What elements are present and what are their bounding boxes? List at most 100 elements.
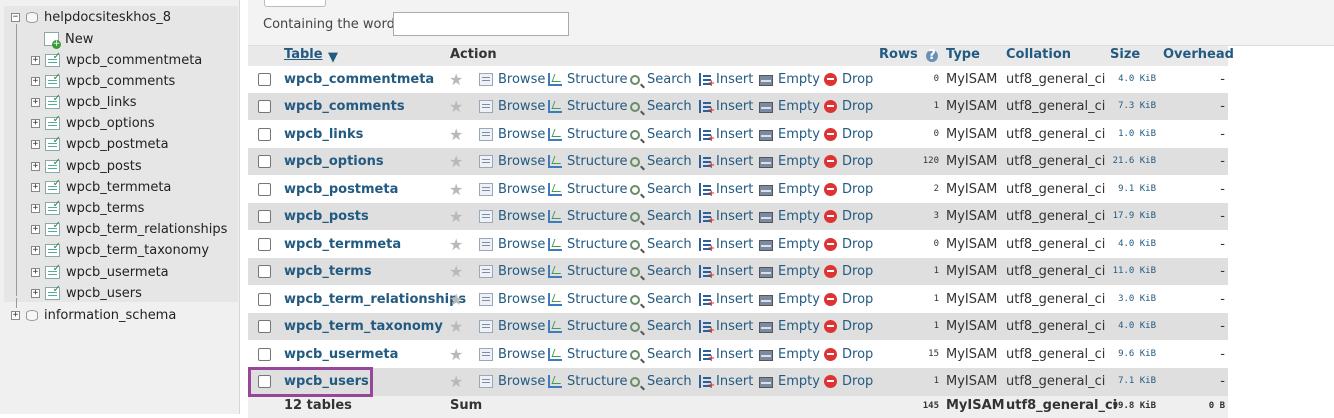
favorite-star-icon[interactable]: ★ — [449, 66, 463, 93]
table-name-link[interactable]: wpcb_posts — [284, 203, 369, 230]
action-label[interactable]: Drop — [842, 66, 873, 93]
expand-icon[interactable]: + — [31, 76, 40, 86]
row-checkbox[interactable] — [258, 100, 271, 113]
nav-table-item[interactable]: + ✓ wpcb_users — [31, 283, 142, 303]
action-label[interactable]: Drop — [842, 258, 873, 285]
action-label[interactable]: Search — [647, 258, 692, 285]
search-link[interactable]: Search — [630, 93, 692, 120]
action-label[interactable]: Search — [647, 93, 692, 120]
action-label[interactable]: Browse — [498, 203, 545, 230]
nav-table-item[interactable]: + ✓ wpcb_comments — [31, 71, 175, 91]
drop-link[interactable]: Drop — [824, 121, 873, 148]
empty-link[interactable]: Empty — [759, 368, 820, 395]
empty-link[interactable]: Empty — [759, 66, 820, 93]
expand-icon[interactable]: + — [31, 182, 40, 192]
nav-db-information-schema[interactable]: + information_schema — [11, 305, 176, 325]
table-name-link[interactable]: wpcb_termmeta — [284, 231, 401, 258]
favorite-star-icon[interactable]: ★ — [449, 258, 463, 285]
action-label[interactable]: Structure — [567, 203, 627, 230]
search-link[interactable]: Search — [630, 203, 692, 230]
action-label[interactable]: Structure — [567, 121, 627, 148]
size-link[interactable]: 4.0 KiB — [1118, 231, 1156, 258]
action-label[interactable]: Structure — [567, 231, 627, 258]
table-name-link[interactable]: wpcb_comments — [284, 93, 405, 120]
action-label[interactable]: Drop — [842, 231, 873, 258]
action-label[interactable]: Structure — [567, 258, 627, 285]
empty-link[interactable]: Empty — [759, 231, 820, 258]
action-label[interactable]: Empty — [778, 176, 820, 203]
browse-link[interactable]: Browse — [479, 148, 545, 175]
empty-link[interactable]: Empty — [759, 176, 820, 203]
sort-arrow-icon[interactable]: ▼ — [328, 50, 338, 65]
insert-link[interactable]: Insert — [699, 203, 753, 235]
table-name-link[interactable]: wpcb_options — [284, 148, 384, 175]
structure-link[interactable]: Structure — [548, 176, 627, 203]
nav-table-item[interactable]: + ✓ wpcb_usermeta — [31, 262, 169, 282]
action-label[interactable]: Empty — [778, 66, 820, 93]
expand-icon[interactable]: + — [31, 246, 40, 256]
action-label[interactable]: Structure — [567, 93, 627, 120]
nav-table-label[interactable]: wpcb_links — [66, 95, 137, 110]
header-size[interactable]: Size — [1110, 47, 1140, 62]
action-label[interactable]: Empty — [778, 121, 820, 148]
drop-link[interactable]: Drop — [824, 258, 873, 285]
action-label[interactable]: Drop — [842, 341, 873, 368]
search-link[interactable]: Search — [630, 258, 692, 285]
size-link[interactable]: 17.9 KiB — [1113, 203, 1156, 230]
action-label[interactable]: Insert — [716, 121, 753, 148]
size-link[interactable]: 4.0 KiB — [1118, 313, 1156, 340]
search-link[interactable]: Search — [630, 341, 692, 368]
expand-icon[interactable]: + — [31, 225, 40, 235]
action-label[interactable]: Browse — [498, 341, 545, 368]
favorite-star-icon[interactable]: ★ — [449, 148, 463, 175]
action-label[interactable]: Empty — [778, 93, 820, 120]
favorite-star-icon[interactable]: ★ — [449, 203, 463, 230]
nav-table-label[interactable]: wpcb_term_relationships — [66, 222, 227, 237]
row-checkbox[interactable] — [258, 320, 271, 333]
empty-link[interactable]: Empty — [759, 286, 820, 313]
structure-link[interactable]: Structure — [548, 93, 627, 120]
action-label[interactable]: Browse — [498, 66, 545, 93]
action-label[interactable]: Insert — [716, 148, 753, 175]
nav-table-item[interactable]: + ✓ wpcb_term_relationships — [31, 220, 227, 240]
empty-link[interactable]: Empty — [759, 258, 820, 285]
structure-link[interactable]: Structure — [548, 121, 627, 148]
browse-link[interactable]: Browse — [479, 286, 545, 313]
size-link[interactable]: 7.3 KiB — [1118, 93, 1156, 120]
drop-link[interactable]: Drop — [824, 313, 873, 340]
expand-icon[interactable]: + — [31, 267, 40, 277]
action-label[interactable]: Search — [647, 66, 692, 93]
action-label[interactable]: Browse — [498, 286, 545, 313]
expand-icon[interactable]: + — [31, 288, 40, 298]
drop-link[interactable]: Drop — [824, 203, 873, 230]
action-label[interactable]: Browse — [498, 176, 545, 203]
nav-new-label[interactable]: New — [65, 32, 93, 47]
help-icon[interactable]: ? — [926, 49, 938, 62]
insert-link[interactable]: Insert — [699, 341, 753, 373]
search-link[interactable]: Search — [630, 148, 692, 175]
drop-link[interactable]: Drop — [824, 341, 873, 368]
insert-link[interactable]: Insert — [699, 368, 753, 400]
row-checkbox[interactable] — [258, 73, 271, 86]
action-label[interactable]: Empty — [778, 368, 820, 395]
nav-table-label[interactable]: wpcb_postmeta — [66, 137, 169, 152]
nav-table-item[interactable]: + ✓ wpcb_term_taxonomy — [31, 241, 209, 261]
favorite-star-icon[interactable]: ★ — [449, 121, 463, 148]
table-name-link[interactable]: wpcb_postmeta — [284, 176, 398, 203]
nav-table-label[interactable]: wpcb_options — [66, 116, 155, 131]
favorite-star-icon[interactable]: ★ — [449, 368, 463, 395]
action-label[interactable]: Empty — [778, 286, 820, 313]
insert-link[interactable]: Insert — [699, 258, 753, 290]
filter-input[interactable] — [393, 12, 569, 36]
action-label[interactable]: Structure — [567, 148, 627, 175]
action-label[interactable]: Insert — [716, 313, 753, 340]
insert-link[interactable]: Insert — [699, 148, 753, 180]
expand-icon[interactable]: + — [31, 119, 40, 129]
expand-icon[interactable]: + — [11, 310, 20, 320]
action-label[interactable]: Insert — [716, 341, 753, 368]
drop-link[interactable]: Drop — [824, 231, 873, 258]
action-label[interactable]: Structure — [567, 341, 627, 368]
nav-table-item[interactable]: + ✓ wpcb_commentmeta — [31, 50, 202, 70]
action-label[interactable]: Browse — [498, 93, 545, 120]
action-label[interactable]: Empty — [778, 258, 820, 285]
